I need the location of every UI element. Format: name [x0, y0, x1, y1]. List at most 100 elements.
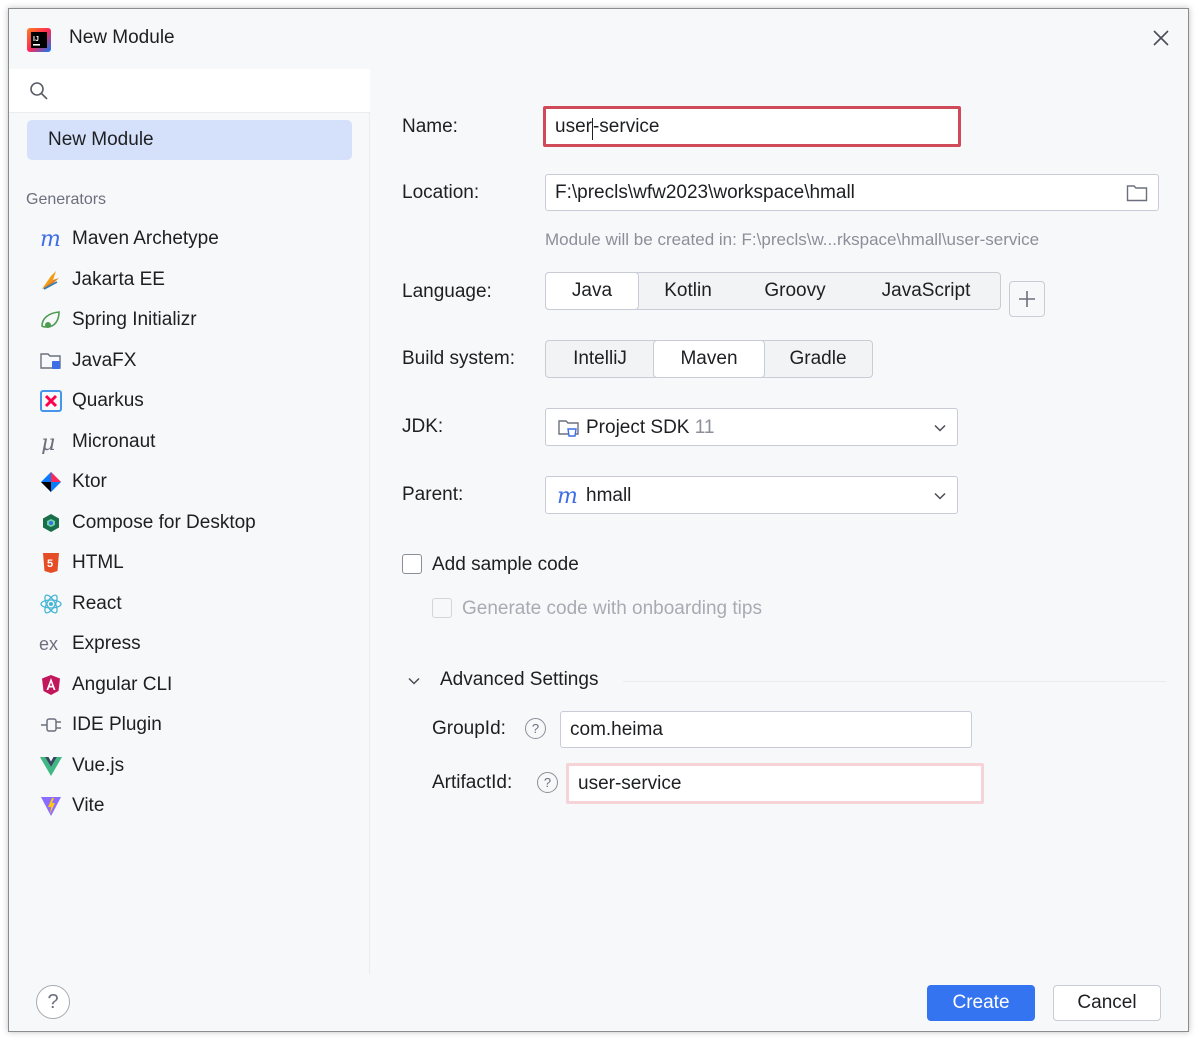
- advanced-settings-toggle[interactable]: Advanced Settings: [440, 669, 598, 691]
- generator-html[interactable]: 5 HTML: [9, 543, 370, 584]
- build-option-gradle[interactable]: Gradle: [764, 341, 872, 377]
- add-language-button[interactable]: [1009, 281, 1045, 317]
- generator-label: Vue.js: [72, 754, 125, 776]
- react-icon: [39, 592, 63, 616]
- html5-icon: 5: [39, 551, 63, 575]
- parent-dropdown[interactable]: m hmall: [545, 476, 958, 514]
- svg-text:IJ: IJ: [33, 36, 39, 43]
- plugin-icon: [39, 713, 63, 737]
- add-sample-code-checkbox[interactable]: [402, 554, 422, 574]
- module-form: Name: user -service Location: F:\precls\w…: [371, 69, 1188, 974]
- chevron-down-icon[interactable]: [407, 674, 421, 688]
- generators-heading: Generators: [26, 191, 107, 208]
- plus-icon: [1019, 291, 1035, 307]
- groupid-help-icon[interactable]: ?: [525, 718, 546, 739]
- build-option-intellij[interactable]: IntelliJ: [546, 341, 654, 377]
- chevron-down-icon: [934, 492, 946, 500]
- compose-icon: [39, 511, 63, 535]
- chevron-down-icon: [934, 424, 946, 432]
- spring-icon: [39, 308, 63, 332]
- generator-label: Maven Archetype: [72, 228, 219, 249]
- add-sample-code-label[interactable]: Add sample code: [432, 554, 579, 576]
- groupid-text: com.heima: [570, 718, 663, 740]
- onboarding-tips-label: Generate code with onboarding tips: [462, 598, 762, 619]
- parent-value: hmall: [586, 485, 632, 506]
- language-option-kotlin[interactable]: Kotlin: [638, 273, 738, 309]
- parent-label: Parent:: [402, 484, 464, 505]
- generator-ide-plugin[interactable]: IDE Plugin: [9, 705, 370, 746]
- generator-sidebar: New Module Generators m Maven Archetype: [9, 69, 370, 974]
- create-button[interactable]: Create: [927, 985, 1035, 1021]
- dialog-title: New Module: [69, 27, 175, 48]
- generator-label: Micronaut: [72, 430, 156, 452]
- express-icon: ex: [39, 632, 63, 656]
- angular-icon: [39, 673, 63, 697]
- generator-micronaut[interactable]: μ Micronaut: [9, 422, 370, 463]
- generator-quarkus[interactable]: Quarkus: [9, 381, 370, 422]
- search-input[interactable]: [57, 75, 357, 107]
- language-option-javascript[interactable]: JavaScript: [852, 273, 1000, 309]
- generator-compose-for-desktop[interactable]: Compose for Desktop: [9, 503, 370, 544]
- language-option-groovy[interactable]: Groovy: [738, 273, 852, 309]
- name-input[interactable]: user -service: [543, 106, 961, 147]
- generator-spring-initializr[interactable]: Spring Initializr: [9, 300, 370, 341]
- generator-ktor[interactable]: Ktor: [9, 462, 370, 503]
- location-label: Location:: [402, 182, 480, 203]
- folder-icon[interactable]: [1126, 183, 1148, 203]
- generator-label: Ktor: [72, 471, 107, 492]
- vue-icon: [39, 754, 63, 778]
- jakarta-ee-icon: [39, 268, 63, 292]
- artifactid-help-icon[interactable]: ?: [537, 772, 558, 793]
- generator-vuejs[interactable]: Vue.js: [9, 746, 370, 787]
- build-system-label: Build system:: [402, 348, 515, 369]
- artifactid-text: user-service: [578, 772, 682, 794]
- sdk-folder-icon: [558, 420, 579, 437]
- jdk-label: JDK:: [402, 416, 444, 437]
- search-row: [9, 69, 370, 113]
- groupid-input[interactable]: com.heima: [560, 711, 972, 748]
- language-option-java[interactable]: Java: [545, 272, 639, 310]
- jdk-name: Project SDK: [586, 417, 690, 438]
- language-segmented-control: Java Kotlin Groovy JavaScript: [545, 272, 1001, 310]
- svg-text:5: 5: [47, 558, 53, 570]
- maven-icon: m: [39, 227, 63, 251]
- name-text-after-caret: -service: [592, 115, 660, 137]
- location-text: F:\precls\wfw2023\workspace\hmall: [555, 181, 855, 203]
- generator-label: Quarkus: [72, 390, 144, 411]
- generator-label: Compose for Desktop: [72, 511, 256, 533]
- generator-vite[interactable]: Vite: [9, 786, 370, 827]
- generator-label: JavaFX: [72, 349, 137, 371]
- generator-maven-archetype[interactable]: m Maven Archetype: [9, 219, 370, 260]
- jdk-version: 11: [694, 417, 715, 438]
- generator-label: Vite: [72, 795, 105, 816]
- generator-label: Jakarta EE: [72, 268, 165, 290]
- artifactid-label: ArtifactId:: [432, 772, 513, 793]
- generator-angular-cli[interactable]: Angular CLI: [9, 665, 370, 706]
- generator-javafx[interactable]: JavaFX: [9, 341, 370, 382]
- maven-icon: m: [557, 484, 578, 508]
- svg-text:μ: μ: [41, 431, 55, 454]
- location-input[interactable]: F:\precls\wfw2023\workspace\hmall: [545, 174, 1159, 211]
- close-icon[interactable]: [1150, 27, 1172, 49]
- build-system-segmented-control: IntelliJ Maven Gradle: [545, 340, 873, 378]
- groupid-label: GroupId:: [432, 718, 506, 739]
- generator-react[interactable]: React: [9, 584, 370, 625]
- cancel-button[interactable]: Cancel: [1053, 985, 1161, 1021]
- jdk-value: Project SDK 11: [586, 417, 715, 439]
- jdk-dropdown[interactable]: Project SDK 11: [545, 408, 958, 446]
- quarkus-icon: [39, 389, 63, 413]
- sidebar-item-new-module[interactable]: New Module: [27, 120, 352, 160]
- svg-text:m: m: [40, 227, 61, 251]
- build-option-maven[interactable]: Maven: [653, 340, 765, 378]
- generator-label: IDE Plugin: [72, 714, 162, 735]
- javafx-folder-icon: [39, 349, 63, 373]
- sidebar-item-label: New Module: [48, 129, 154, 150]
- artifactid-input[interactable]: user-service: [566, 763, 984, 804]
- generator-jakarta-ee[interactable]: Jakarta EE: [9, 260, 370, 301]
- help-button[interactable]: ?: [36, 985, 70, 1019]
- generator-label: Express: [72, 633, 141, 654]
- onboarding-tips-checkbox: [432, 598, 452, 618]
- generator-label: HTML: [72, 552, 124, 573]
- generator-express[interactable]: ex Express: [9, 624, 370, 665]
- generators-list: m Maven Archetype Jakarta EE Spring Init…: [9, 219, 370, 827]
